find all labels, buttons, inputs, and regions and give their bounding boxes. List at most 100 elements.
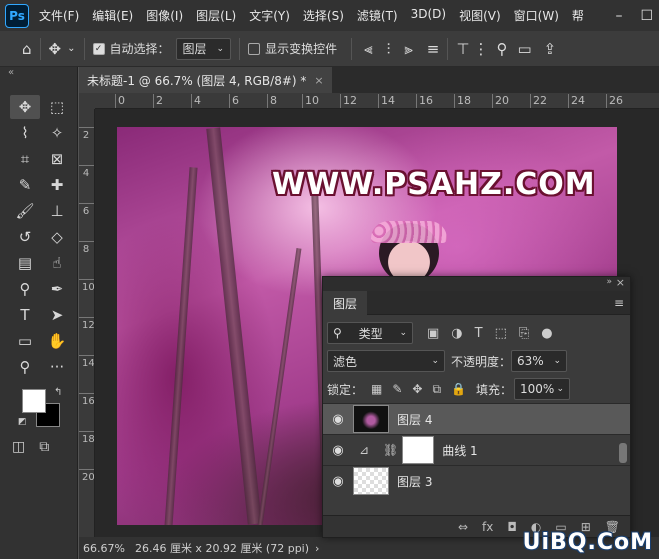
layer-name: 图层 4 xyxy=(397,412,433,427)
layer-row-layer-3[interactable]: ◉ 图层 3 xyxy=(323,465,630,496)
more-tools-icon[interactable]: ··· xyxy=(42,355,72,379)
align-right-icon[interactable]: ⫸ xyxy=(404,40,412,58)
menu-help[interactable]: 帮 xyxy=(572,7,584,24)
ruler-tick: 20 xyxy=(492,94,509,108)
filter-smart-object-icon[interactable]: ⎘ xyxy=(519,326,529,341)
filter-kind-select[interactable]: ⚲ 类型 ⌄ xyxy=(327,322,413,344)
menu-image[interactable]: 图像(I) xyxy=(146,7,183,24)
align-center-icon[interactable]: ⫶ xyxy=(387,40,391,58)
close-icon[interactable]: × xyxy=(616,276,625,289)
more-icon[interactable]: ⋮ xyxy=(473,40,488,58)
distribute-icon[interactable]: ≡ xyxy=(427,40,440,58)
menu-edit[interactable]: 编辑(E) xyxy=(92,7,133,24)
path-select-icon[interactable]: ➤ xyxy=(42,303,72,327)
menu-select[interactable]: 选择(S) xyxy=(303,7,344,24)
dodge-icon[interactable]: ⚲ xyxy=(10,277,40,301)
auto-select-target-select[interactable]: 图层 ⌄ xyxy=(175,37,232,60)
lock-position-icon[interactable]: ✥ xyxy=(412,382,422,397)
workspace-icon[interactable]: ▭ xyxy=(517,40,531,58)
search-icon[interactable]: ⚲ xyxy=(496,40,507,58)
menu-type[interactable]: 文字(Y) xyxy=(249,7,290,24)
chevron-down-icon: ⌄ xyxy=(216,43,225,54)
layer-row-layer-4[interactable]: ◉ 图层 4 xyxy=(323,403,630,434)
close-icon[interactable]: × xyxy=(314,74,323,87)
tool-grid: ✥ ⬚ ⌇ ✧ ⌗ ⊠ ✎ ✚ 🖌 ⊥ ↺ ◇ ▤ ☝ ⚲ ✒ T ➤ ▭ ✋ … xyxy=(10,95,74,379)
eyedropper-icon[interactable]: ✎ xyxy=(10,173,40,197)
filter-toggle-icon[interactable]: ● xyxy=(541,326,552,341)
visibility-eye-icon[interactable]: ◉ xyxy=(323,474,353,489)
expand-icon[interactable]: » xyxy=(606,277,611,287)
move-tool-icon[interactable]: ✥ xyxy=(49,40,62,58)
hand-icon[interactable]: ✋ xyxy=(42,329,72,353)
options-bar: ⌂ ✥ ⌄ ✓ 自动选择： 图层 ⌄ 显示变换控件 ⫷ ⫶ ⫸ ≡ ⊤ ⋮ ⚲ … xyxy=(0,31,659,67)
maximize-button[interactable]: ☐ xyxy=(640,8,653,24)
fx-icon[interactable]: fx xyxy=(482,520,493,534)
visibility-eye-icon[interactable]: ◉ xyxy=(323,443,353,458)
filter-adjustment-icon[interactable]: ◑ xyxy=(451,326,462,341)
visibility-eye-icon[interactable]: ◉ xyxy=(323,412,353,427)
smudge-icon[interactable]: ☝ xyxy=(42,251,72,275)
rectangle-icon[interactable]: ▭ xyxy=(10,329,40,353)
tab-layers[interactable]: 图层 xyxy=(323,291,368,315)
link-layers-icon[interactable]: ⇔ xyxy=(458,520,468,534)
menu-3d[interactable]: 3D(D) xyxy=(411,7,446,24)
magic-wand-icon[interactable]: ✧ xyxy=(42,121,72,145)
layer-row-curves-1[interactable]: ◉ ⊿ ⛓ 曲线 1 xyxy=(323,434,630,465)
crop-icon[interactable]: ⌗ xyxy=(10,147,40,171)
foreground-color-swatch[interactable] xyxy=(22,389,46,413)
filter-type-icon[interactable]: T xyxy=(475,326,483,341)
filter-shape-icon[interactable]: ⬚ xyxy=(495,326,507,341)
screen-mode-icon[interactable]: ⧉ xyxy=(39,439,49,455)
menu-window[interactable]: 窗口(W) xyxy=(514,7,559,24)
scrollbar-thumb[interactable] xyxy=(619,443,627,463)
chevron-down-icon[interactable]: ⌄ xyxy=(67,43,75,54)
menu-layer[interactable]: 图层(L) xyxy=(196,7,236,24)
healing-icon[interactable]: ✚ xyxy=(42,173,72,197)
menu-file[interactable]: 文件(F) xyxy=(39,7,79,24)
menu-view[interactable]: 视图(V) xyxy=(459,7,501,24)
show-transform-checkbox[interactable] xyxy=(248,42,261,55)
eraser-icon[interactable]: ◇ xyxy=(42,225,72,249)
status-arrow-icon[interactable]: › xyxy=(315,542,319,555)
blend-mode-select[interactable]: 滤色 ⌄ xyxy=(327,350,445,372)
opacity-input[interactable]: 63% ⌄ xyxy=(511,350,568,372)
lock-all-icon[interactable]: 🔒 xyxy=(451,382,466,397)
document-tab[interactable]: 未标题-1 @ 66.7% (图层 4, RGB/8#) * × xyxy=(79,67,332,93)
lock-pixels-icon[interactable]: ✎ xyxy=(392,382,402,397)
quick-mask-icon[interactable]: ◫ xyxy=(12,439,25,455)
zoom-icon[interactable]: ⚲ xyxy=(10,355,40,379)
swap-colors-icon[interactable]: ↰ xyxy=(54,387,62,398)
move-icon[interactable]: ✥ xyxy=(10,95,40,119)
ruler-tick: 4 xyxy=(79,165,94,179)
home-icon[interactable]: ⌂ xyxy=(22,40,32,58)
filter-row: ⚲ 类型 ⌄ ▣ ◑ T ⬚ ⎘ ● xyxy=(323,319,630,347)
brush-icon[interactable]: 🖌 xyxy=(10,199,40,223)
default-colors-icon[interactable]: ◩ xyxy=(18,417,27,427)
marquee-icon[interactable]: ⬚ xyxy=(42,95,72,119)
frame-icon[interactable]: ⊠ xyxy=(42,147,72,171)
auto-select-checkbox[interactable]: ✓ xyxy=(92,42,105,55)
minimize-button[interactable]: – xyxy=(615,8,622,24)
lock-transparency-icon[interactable]: ▦ xyxy=(371,382,382,397)
panel-header: 图层 ≡ xyxy=(323,291,630,315)
type-icon[interactable]: T xyxy=(10,303,40,327)
tool-bottom-row: ◫ ⧉ xyxy=(12,439,49,455)
align-left-icon[interactable]: ⫷ xyxy=(364,40,372,58)
pen-icon[interactable]: ✒ xyxy=(42,277,72,301)
panel-menu-icon[interactable]: ≡ xyxy=(614,296,624,310)
history-brush-icon[interactable]: ↺ xyxy=(10,225,40,249)
filter-pixel-icon[interactable]: ▣ xyxy=(427,326,439,341)
share-icon[interactable]: ⇪ xyxy=(544,40,557,58)
stamp-icon[interactable]: ⊥ xyxy=(42,199,72,223)
collapse-icon[interactable]: « xyxy=(8,67,14,78)
lasso-icon[interactable]: ⌇ xyxy=(10,121,40,145)
link-icon[interactable]: ⛓ xyxy=(383,443,398,457)
add-mask-icon[interactable]: ◘ xyxy=(507,520,517,534)
ruler-tick: 2 xyxy=(79,127,94,141)
align-top-icon[interactable]: ⊤ xyxy=(456,40,469,58)
zoom-level[interactable]: 66.67% xyxy=(83,542,125,555)
lock-artboard-icon[interactable]: ⧉ xyxy=(432,382,441,397)
fill-input[interactable]: 100% ⌄ xyxy=(514,378,571,400)
gradient-icon[interactable]: ▤ xyxy=(10,251,40,275)
menu-filter[interactable]: 滤镜(T) xyxy=(357,7,398,24)
